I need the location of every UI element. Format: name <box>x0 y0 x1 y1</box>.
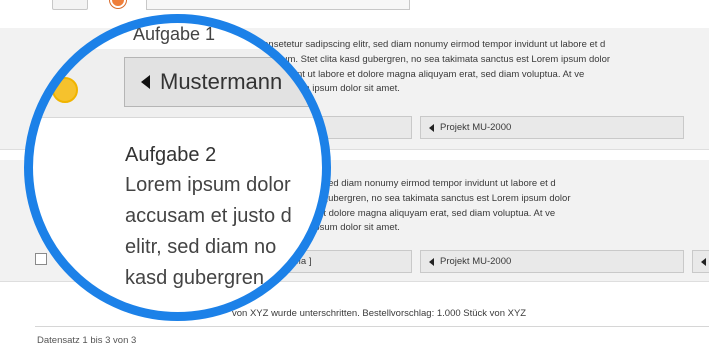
magnified-assignee-select[interactable]: Mustermann <box>124 57 325 107</box>
status-dot-orange <box>110 0 126 8</box>
triangle-left-icon <box>429 123 434 132</box>
extra-select[interactable] <box>692 250 709 273</box>
triangle-left-icon <box>429 257 434 266</box>
project-select[interactable]: Projekt MU-2000 <box>420 116 684 139</box>
project-select[interactable]: Projekt MU-2000 <box>420 250 684 273</box>
project-label: Projekt MU-2000 <box>440 256 512 267</box>
footer-divider <box>35 326 709 327</box>
magnified-task-body: Lorem ipsum dolor accusam et justo d eli… <box>125 174 292 289</box>
project-label: Projekt MU-2000 <box>440 122 512 133</box>
assignee-label: Ma ] <box>293 256 312 267</box>
toolbar-button[interactable] <box>52 0 88 10</box>
record-info: Datensatz 1 bis 3 von 3 <box>37 335 137 346</box>
magnified-divider <box>30 117 325 118</box>
magnified-task-title: Aufgabe 2 <box>125 144 217 166</box>
row-checkbox[interactable] <box>35 253 47 265</box>
toolbar-field[interactable] <box>146 0 410 10</box>
magnified-assignee-label: Mustermann <box>160 69 283 94</box>
toolbar-strip <box>0 0 709 14</box>
stock-note: von XYZ wurde unterschritten. Bestellvor… <box>232 308 527 319</box>
magnifier-lens: Aufgabe 1 Mustermann Aufgabe 2 Lorem ips… <box>30 20 325 315</box>
status-dot-yellow <box>52 77 78 103</box>
magnified-heading-partial: Aufgabe 1 <box>133 24 216 44</box>
triangle-left-icon <box>701 257 706 266</box>
triangle-left-icon <box>141 75 150 89</box>
